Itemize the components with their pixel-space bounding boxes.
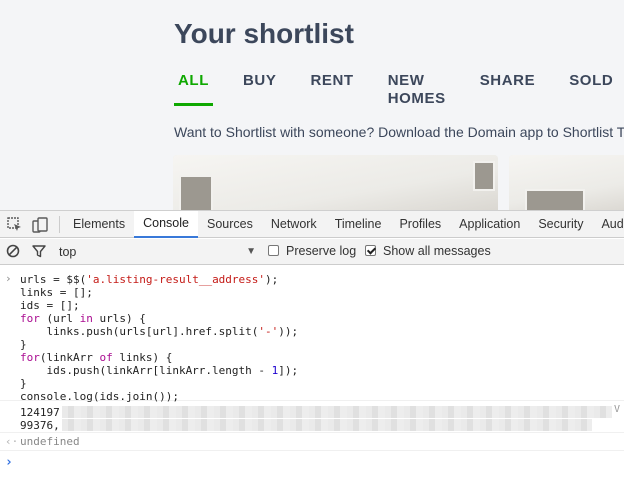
code-line: urls = $$('a.listing-result__address'); <box>20 273 279 286</box>
devtools-tabbar: Elements Console Sources Network Timelin… <box>0 211 624 238</box>
toolbar-divider <box>59 216 60 233</box>
tab-sources[interactable]: Sources <box>198 211 262 238</box>
tab-share[interactable]: SHARE <box>476 72 540 106</box>
tab-profiles[interactable]: Profiles <box>390 211 450 238</box>
code-line: for(linkArr of links) { <box>20 351 173 364</box>
console-output: › urls = $$('a.listing-result__address')… <box>0 266 624 495</box>
tab-rent[interactable]: RENT <box>306 72 357 106</box>
promo-text: Want to Shortlist with someone? Download… <box>174 124 624 140</box>
preserve-log-label: Preserve log <box>286 244 357 258</box>
tab-console[interactable]: Console <box>134 211 198 238</box>
tab-security[interactable]: Security <box>529 211 592 238</box>
show-all-messages-label: Show all messages <box>383 244 491 258</box>
devtools-panel: Elements Console Sources Network Timelin… <box>0 210 624 495</box>
tab-audits[interactable]: Audits <box>592 211 624 238</box>
console-input[interactable]: › <box>0 452 624 476</box>
show-all-messages-checkbox[interactable] <box>365 245 376 256</box>
tab-elements[interactable]: Elements <box>64 211 134 238</box>
redacted-ids <box>62 406 612 418</box>
console-command: › urls = $$('a.listing-result__address')… <box>0 268 624 403</box>
input-prompt-icon: › <box>5 455 13 470</box>
log-line: 99376, <box>20 419 60 432</box>
redacted-ids <box>62 419 592 431</box>
tab-timeline[interactable]: Timeline <box>326 211 391 238</box>
log-line: 124197 <box>20 406 60 419</box>
clear-console-icon[interactable] <box>5 243 23 261</box>
context-select[interactable]: top ▼ <box>55 243 259 261</box>
preserve-log-checkbox[interactable] <box>268 245 279 256</box>
code-line: ids.push(linkArr[linkArr.length - 1]); <box>20 364 299 377</box>
listing-card-image[interactable] <box>173 155 498 210</box>
filter-icon[interactable] <box>31 243 49 261</box>
return-value: undefined <box>20 435 80 448</box>
console-toolbar: top ▼ Preserve log Show all messages <box>0 239 624 265</box>
code-line: links = []; <box>20 286 93 299</box>
context-value: top <box>59 245 77 259</box>
web-page: Your shortlist ALL BUY RENT NEW HOMES SH… <box>0 0 624 210</box>
tab-buy[interactable]: BUY <box>239 72 280 106</box>
inspect-element-icon[interactable] <box>6 216 24 234</box>
tab-network[interactable]: Network <box>262 211 326 238</box>
code-line: ids = []; <box>20 299 80 312</box>
device-toolbar-icon[interactable] <box>31 216 49 234</box>
log-output: 124197 99376, V <box>0 402 624 433</box>
devtools-tabs: Elements Console Sources Network Timelin… <box>64 211 624 238</box>
tab-sold[interactable]: SOLD <box>565 72 617 106</box>
code-line: links.push(urls[url].href.split('-')); <box>20 325 299 338</box>
tab-new-homes[interactable]: NEW HOMES <box>384 72 450 107</box>
log-source-link[interactable]: V <box>614 404 620 415</box>
code-line: for (url in urls) { <box>20 312 146 325</box>
command-prompt-icon: › <box>5 272 12 285</box>
return-arrow-icon: ‹· <box>5 435 19 448</box>
dropdown-arrow-icon: ▼ <box>246 246 256 257</box>
tab-application[interactable]: Application <box>450 211 529 238</box>
tab-all[interactable]: ALL <box>174 72 213 106</box>
return-value-row: ‹· undefined <box>0 434 624 451</box>
code-line: } <box>20 377 27 390</box>
page-title: Your shortlist <box>174 18 354 49</box>
shortlist-tabs: ALL BUY RENT NEW HOMES SHARE SOLD <box>174 72 624 107</box>
code-line: } <box>20 338 27 351</box>
listing-card-image[interactable] <box>509 155 624 210</box>
